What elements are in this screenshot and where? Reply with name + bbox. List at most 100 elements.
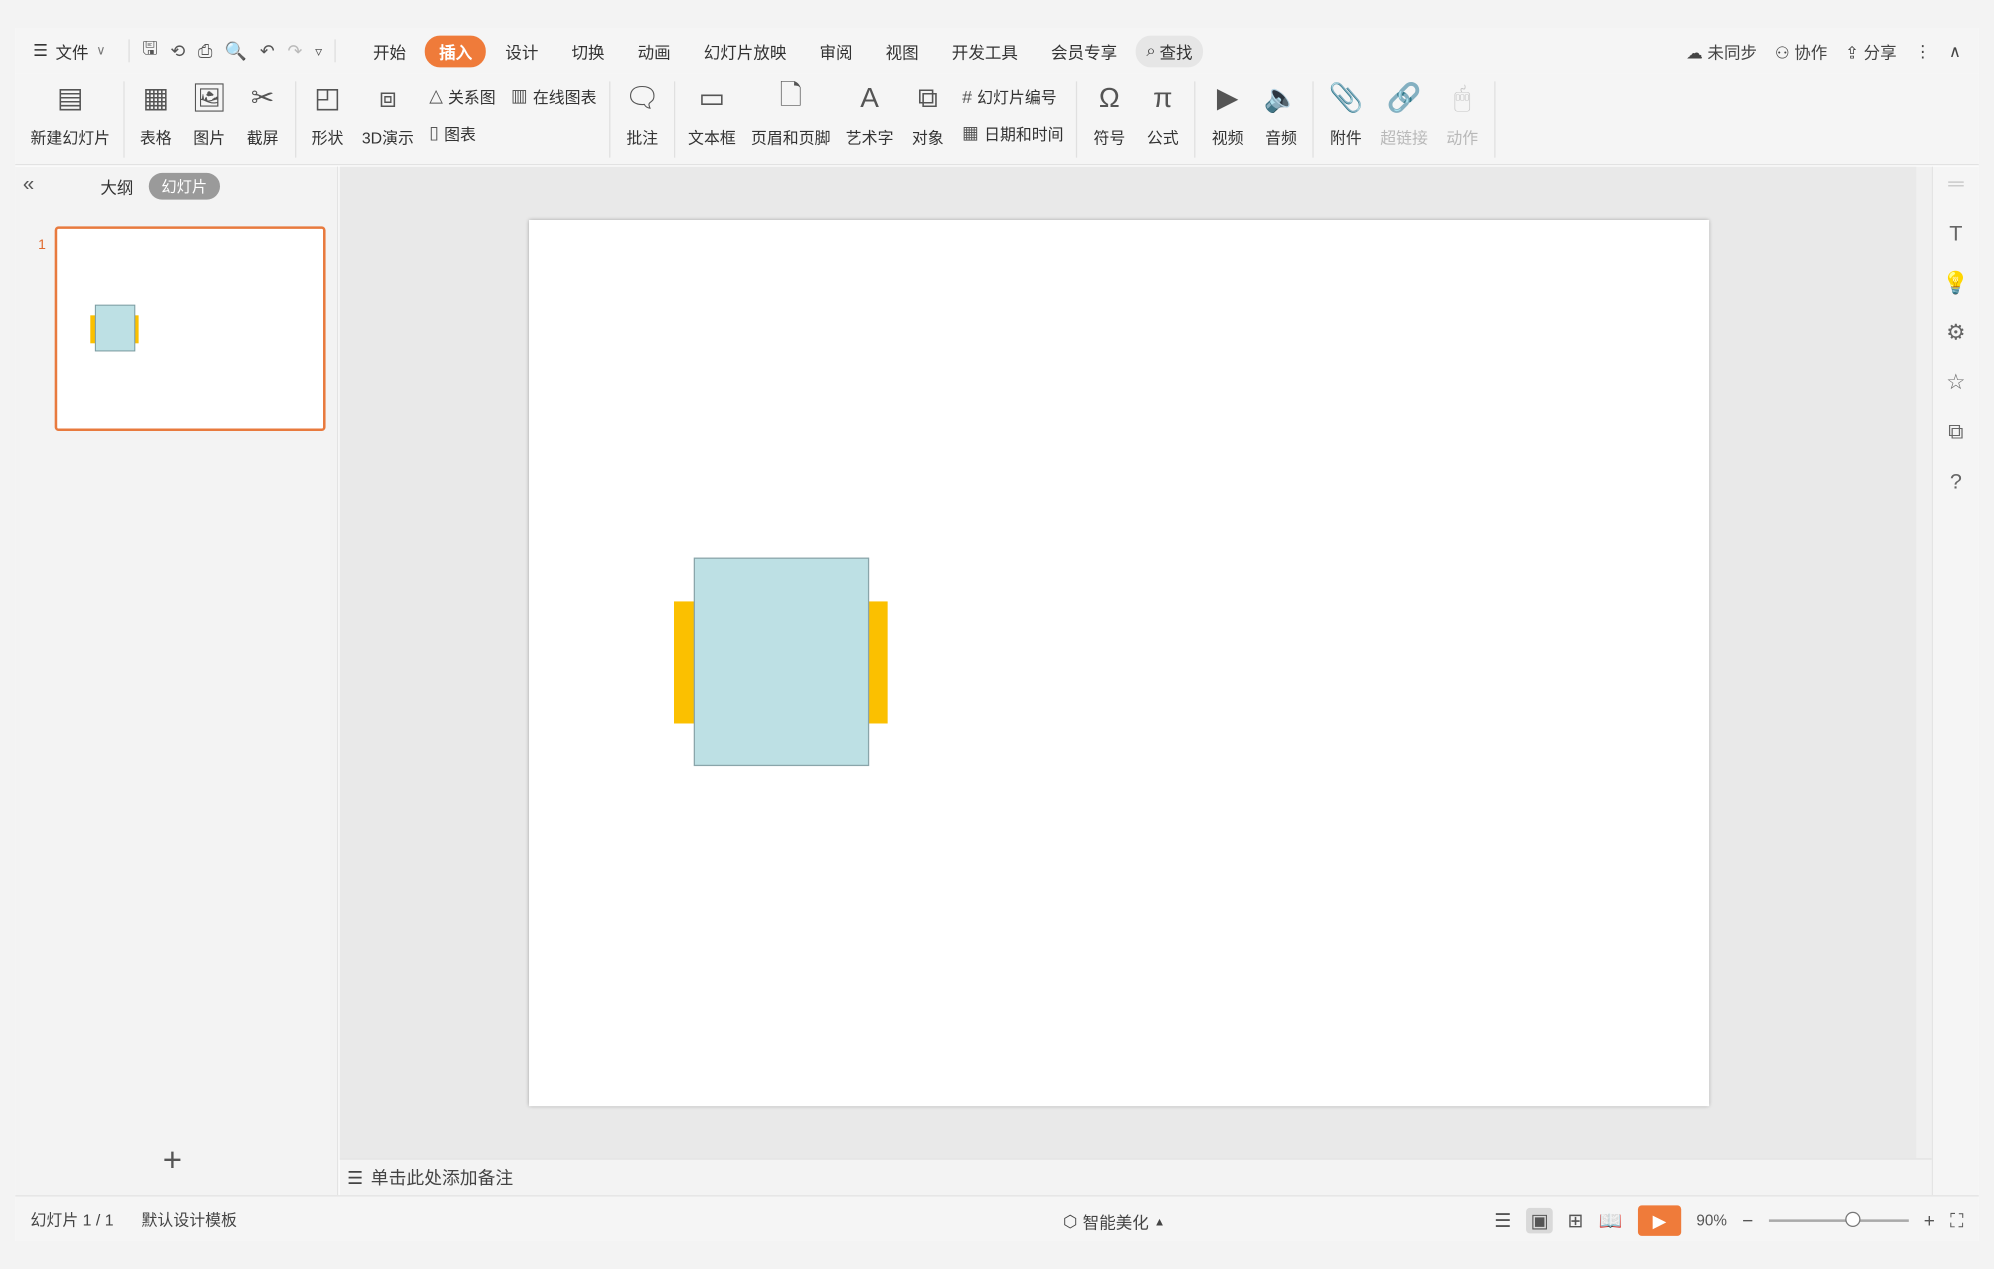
header-footer-icon: 🗋 — [779, 78, 803, 111]
tab-insert[interactable]: 插入 — [425, 34, 487, 67]
help-icon[interactable]: ? — [1950, 469, 1962, 494]
share-button[interactable]: ⇪ 分享 — [1845, 39, 1897, 63]
chart-button[interactable]: ▯ 图表 — [429, 121, 596, 145]
reading-view-icon[interactable]: 📖 — [1599, 1209, 1623, 1232]
object-label: 对象 — [911, 129, 944, 148]
zoom-in-icon[interactable]: + — [1924, 1210, 1935, 1232]
print-icon[interactable]: ⎙ — [198, 40, 212, 62]
tab-member[interactable]: 会员专享 — [1037, 35, 1131, 67]
comment-icon: 🗨 — [624, 81, 661, 114]
datetime-button[interactable]: ▦ 日期和时间 — [962, 121, 1063, 145]
notes-toggle-icon[interactable]: ☰ — [1494, 1209, 1511, 1232]
add-slide-button[interactable]: + — [163, 1141, 182, 1180]
normal-view-icon[interactable]: ▣ — [1526, 1207, 1553, 1234]
tab-home[interactable]: 开始 — [359, 35, 420, 67]
print-preview-icon[interactable]: 🔍 — [225, 40, 247, 62]
format-painter-icon[interactable]: ⟲ — [170, 40, 185, 62]
text-icon[interactable]: T — [1949, 221, 1962, 246]
slide-thumbnail[interactable] — [54, 226, 326, 432]
demo3d-button[interactable]: ⧈ 3D演示 — [362, 79, 414, 149]
right-yellow-bar[interactable] — [867, 601, 888, 724]
tab-slides[interactable]: 幻灯片 — [148, 172, 220, 199]
undo-icon[interactable]: ↶ — [260, 40, 275, 62]
formula-button[interactable]: π 公式 — [1144, 79, 1182, 149]
zoom-slider-knob[interactable] — [1844, 1211, 1861, 1227]
settings-slider-icon[interactable]: ⚙ — [1946, 320, 1965, 345]
file-menu[interactable]: ☰ 文件 ∨ — [33, 39, 105, 63]
audio-button[interactable]: 🔈 音频 — [1262, 79, 1300, 149]
switch-icon[interactable]: ⧉ — [1948, 420, 1963, 445]
zoom-out-icon[interactable]: − — [1742, 1210, 1753, 1232]
table-button[interactable]: ▦ 表格 — [137, 79, 175, 149]
find-button[interactable]: ⌕ 查找 — [1136, 34, 1203, 67]
audio-label: 音频 — [1265, 129, 1297, 148]
new-slide-button[interactable]: ▤ 新建幻灯片 — [31, 79, 111, 149]
right-sidebar: ═ T 💡 ⚙ ☆ ⧉ ? — [1931, 166, 1979, 1196]
tab-developer[interactable]: 开发工具 — [938, 35, 1032, 67]
app-window: ☰ 文件 ∨ 🖫 ⟲ ⎙ 🔍 ↶ ↷ ▿ 开始 插入 设计 切换 动画 幻灯片放… — [15, 27, 1979, 1241]
slide[interactable] — [529, 219, 1710, 1107]
tab-design[interactable]: 设计 — [491, 35, 552, 67]
beautify-button[interactable]: ⬡ 智能美化 ▲ — [1063, 1209, 1165, 1233]
action-button[interactable]: 🖱 动作 — [1443, 79, 1481, 149]
slide-number-label: 幻灯片编号 — [977, 89, 1057, 107]
template-name[interactable]: 默认设计模板 — [142, 1207, 237, 1231]
object-button[interactable]: ⧉ 对象 — [909, 79, 947, 149]
collapse-panel-icon[interactable]: « — [23, 174, 34, 197]
mouse-icon: 🖱 — [1453, 81, 1471, 114]
drag-handle-icon: ═ — [1948, 171, 1964, 196]
online-chart-label[interactable]: 在线图表 — [533, 84, 597, 108]
save-icon[interactable]: 🖫 — [142, 36, 157, 67]
tab-review[interactable]: 审阅 — [806, 35, 867, 67]
speaker-icon: 🔈 — [1263, 81, 1299, 114]
collapse-ribbon-icon[interactable]: ∧ — [1949, 41, 1961, 61]
textbox-button[interactable]: ▭ 文本框 — [688, 79, 736, 149]
shape-button[interactable]: ◰ 形状 — [308, 79, 346, 149]
video-button[interactable]: ▶ 视频 — [1209, 79, 1247, 149]
zoom-level[interactable]: 90% — [1696, 1212, 1727, 1230]
slide-number-button[interactable]: # 幻灯片编号 — [962, 84, 1063, 108]
pi-icon: π — [1153, 81, 1173, 114]
star-icon[interactable]: ☆ — [1946, 370, 1965, 395]
customize-chevron-icon[interactable]: ▿ — [315, 43, 322, 59]
more-vertical-icon[interactable]: ⋮ — [1915, 41, 1932, 61]
vertical-scrollbar[interactable] — [1916, 166, 1932, 1159]
shape-label: 形状 — [311, 129, 344, 148]
tab-animation[interactable]: 动画 — [624, 35, 685, 67]
zoom-slider[interactable] — [1768, 1211, 1909, 1227]
header-footer-button[interactable]: 🗋 页眉和页脚 — [751, 79, 831, 149]
picture-button[interactable]: 🖼 图片 — [190, 79, 228, 149]
wordart-button[interactable]: A 艺术字 — [846, 79, 894, 149]
grid-view-icon[interactable]: ⊞ — [1568, 1209, 1584, 1232]
status-bar: 幻灯片 1 / 1 默认设计模板 ⬡ 智能美化 ▲ ☰ ▣ ⊞ 📖 ▶ 90% … — [15, 1195, 1979, 1241]
tab-transition[interactable]: 切换 — [557, 35, 618, 67]
unsync-label: 未同步 — [1707, 43, 1758, 63]
comment-button[interactable]: 🗨 批注 — [623, 79, 661, 149]
video-icon: ▶ — [1216, 81, 1239, 114]
table-icon: ▦ — [142, 81, 170, 114]
play-slideshow-button[interactable]: ▶ — [1637, 1205, 1682, 1236]
redo-icon[interactable]: ↷ — [287, 40, 302, 62]
blue-rectangle[interactable] — [693, 557, 870, 767]
tab-view[interactable]: 视图 — [872, 35, 933, 67]
fit-window-icon[interactable]: ⛶ — [1950, 1210, 1963, 1232]
tab-slideshow[interactable]: 幻灯片放映 — [690, 35, 801, 67]
cube-icon: ⬡ — [1063, 1211, 1078, 1231]
tab-outline[interactable]: 大纲 — [100, 174, 133, 198]
symbol-button[interactable]: Ω 符号 — [1090, 79, 1128, 149]
attachment-button[interactable]: 📎 附件 — [1327, 79, 1365, 149]
screenshot-button[interactable]: ✂ 截屏 — [244, 79, 282, 149]
slide-count: 幻灯片 1 / 1 — [30, 1211, 114, 1230]
left-yellow-bar[interactable] — [674, 601, 695, 724]
caret-up-icon: ▲ — [1153, 1214, 1166, 1228]
relation-button[interactable]: △ 关系图 ▥ 在线图表 — [429, 84, 596, 108]
hamburger-icon: ☰ — [33, 40, 48, 60]
slide-thumb-number: 1 — [38, 237, 46, 254]
unsync-button[interactable]: ☁ 未同步 — [1686, 39, 1757, 63]
table-label: 表格 — [139, 129, 172, 148]
notes-bar[interactable]: ☰ 单击此处添加备注 — [339, 1158, 1932, 1196]
slide-content — [674, 557, 888, 767]
bulb-icon[interactable]: 💡 — [1942, 271, 1969, 296]
hyperlink-button[interactable]: 🔗 超链接 — [1380, 79, 1428, 149]
collab-button[interactable]: ⚇ 协作 — [1775, 39, 1828, 63]
